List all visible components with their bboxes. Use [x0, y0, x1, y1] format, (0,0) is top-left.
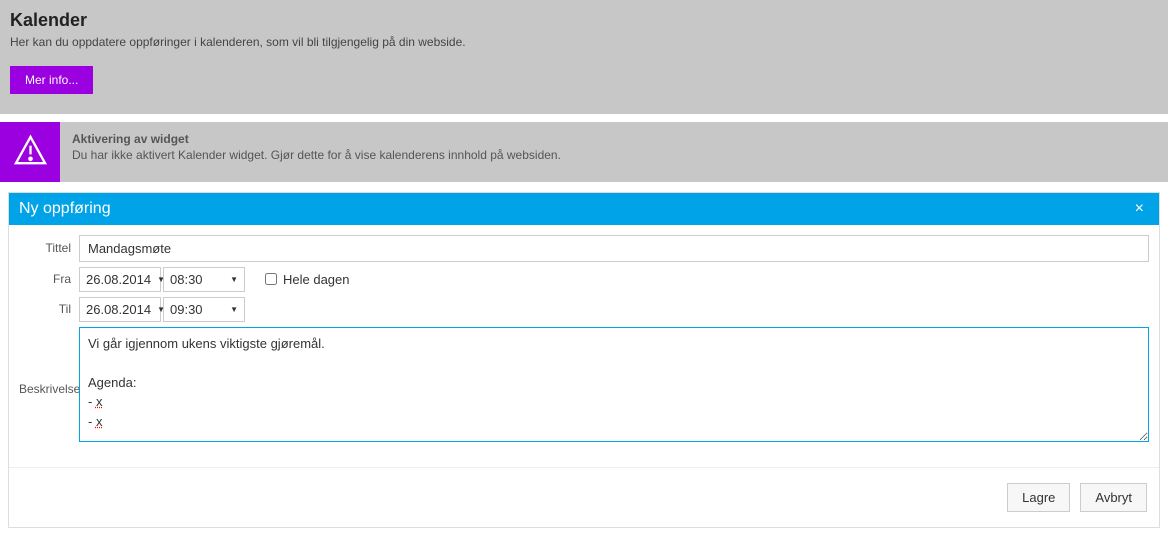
title-input[interactable] — [79, 235, 1149, 262]
close-icon[interactable]: × — [1130, 200, 1149, 218]
to-time-select[interactable]: 09:30 ▼ — [163, 297, 245, 322]
label-desc: Beskrivelse — [19, 327, 79, 396]
chevron-down-icon: ▼ — [230, 305, 238, 314]
alert-desc: Du har ikke aktivert Kalender widget. Gj… — [72, 148, 561, 162]
page-title: Kalender — [10, 10, 1158, 31]
description-textarea[interactable]: Vi går igjennom ukens viktigste gjøremål… — [79, 327, 1149, 442]
cancel-button[interactable]: Avbryt — [1080, 483, 1147, 512]
activation-alert: Aktivering av widget Du har ikke aktiver… — [0, 122, 1168, 182]
more-info-button[interactable]: Mer info... — [10, 66, 93, 94]
from-date-select[interactable]: 26.08.2014 ▼ — [79, 267, 161, 292]
label-from: Fra — [19, 272, 79, 286]
label-to: Til — [19, 302, 79, 316]
dialog-header: Ny oppføring × — [9, 193, 1159, 225]
allday-checkbox[interactable] — [265, 273, 277, 285]
page-subtitle: Her kan du oppdatere oppføringer i kalen… — [10, 34, 1158, 51]
dialog-footer: Lagre Avbryt — [9, 467, 1159, 527]
from-time-select[interactable]: 08:30 ▼ — [163, 267, 245, 292]
label-title: Tittel — [19, 241, 79, 255]
warning-icon — [0, 122, 60, 182]
page-header: Kalender Her kan du oppdatere oppføringe… — [0, 0, 1168, 114]
chevron-down-icon: ▼ — [230, 275, 238, 284]
to-date-select[interactable]: 26.08.2014 ▼ — [79, 297, 161, 322]
save-button[interactable]: Lagre — [1007, 483, 1070, 512]
allday-label: Hele dagen — [283, 272, 350, 287]
dialog-title: Ny oppføring — [19, 200, 111, 218]
new-entry-dialog: Ny oppføring × Tittel Fra 26.08.2014 ▼ 0… — [8, 192, 1160, 528]
alert-title: Aktivering av widget — [72, 132, 561, 146]
